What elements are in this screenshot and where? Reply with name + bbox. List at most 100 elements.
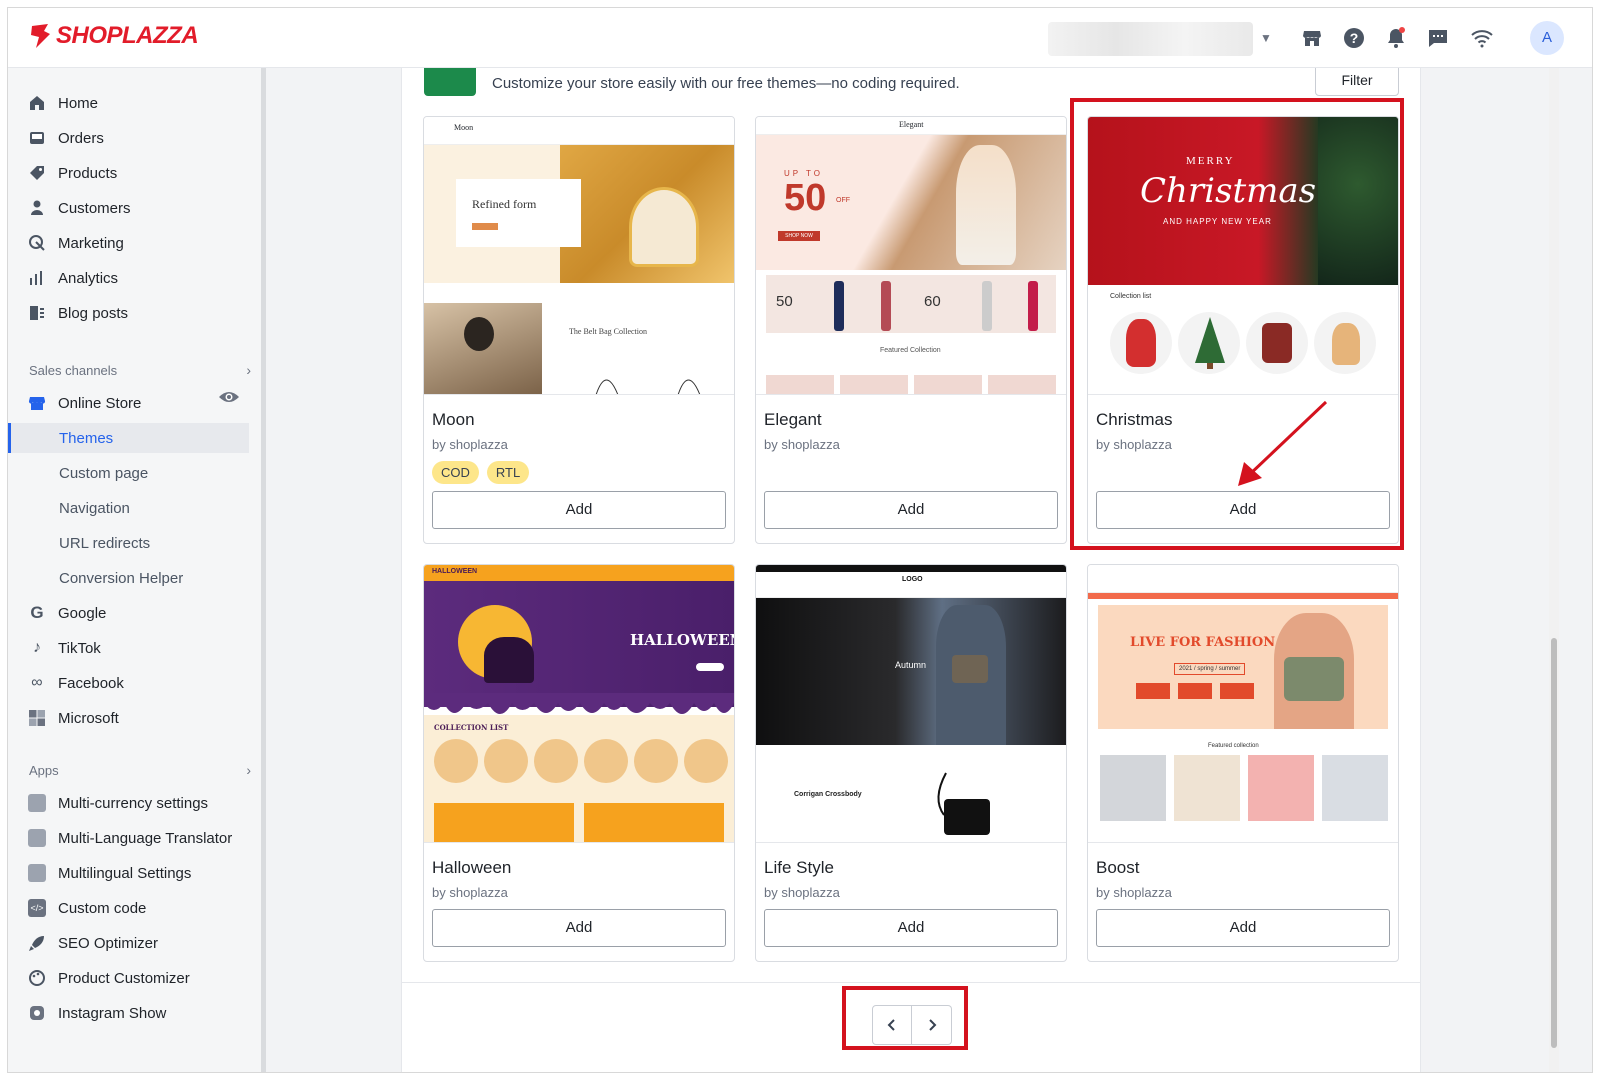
sidebar-item-analytics[interactable]: Analytics — [28, 263, 118, 293]
theme-author: by shoplazza — [764, 885, 840, 900]
top-bar: SHOPLAZZA ▼ ? A — [8, 8, 1592, 68]
eye-icon[interactable] — [218, 389, 240, 405]
theme-preview-life-style[interactable]: LOGO Autumn Corrigan Crossbody — [756, 565, 1066, 843]
sidebar-subitem-conversion-helper[interactable]: Conversion Helper — [59, 563, 183, 593]
shoplazza-logo[interactable]: SHOPLAZZA — [28, 22, 199, 50]
sidebar-item-marketing[interactable]: Marketing — [28, 228, 124, 258]
theme-name: Boost — [1096, 858, 1140, 877]
preview-featured: Featured collection — [1208, 743, 1259, 749]
theme-author: by shoplazza — [432, 885, 508, 900]
sidebar-item-blog-posts[interactable]: Blog posts — [28, 298, 128, 328]
preview-headline: LIVE FOR FASHION — [1130, 635, 1276, 650]
theme-card-life-style: LOGO Autumn Corrigan Crossbody Life Styl… — [755, 564, 1067, 962]
rocket-icon — [29, 936, 44, 951]
sidebar-app-instagram-show[interactable]: Instagram Show — [28, 998, 166, 1028]
highlight-pagination — [842, 986, 968, 1050]
wifi-icon[interactable] — [1470, 26, 1494, 50]
user-avatar[interactable]: A — [1530, 21, 1564, 55]
section-label: Apps — [29, 762, 59, 778]
home-icon — [30, 96, 44, 110]
sidebar-item-tiktok[interactable]: ♪ TikTok — [28, 633, 101, 663]
person-icon — [31, 200, 43, 215]
themes-intro-text: Customize your store easily with our fre… — [492, 75, 960, 92]
theme-name: Halloween — [432, 858, 512, 877]
theme-preview-moon[interactable]: Moon Refined form The Belt Bag Collectio… — [424, 117, 734, 395]
add-theme-button[interactable]: Add — [1096, 909, 1390, 947]
code-icon: </> — [28, 899, 46, 917]
sidebar-item-label: Online Store — [58, 394, 142, 412]
storefront-icon[interactable] — [1300, 26, 1324, 50]
sidebar-item-label: Multilingual Settings — [58, 864, 192, 882]
help-icon[interactable]: ? — [1342, 26, 1366, 50]
sales-channels-header[interactable]: Sales channels › — [29, 358, 251, 382]
preview-promo-60: 60 — [924, 293, 941, 310]
store-selector[interactable] — [1048, 22, 1253, 56]
preview-season: 2021 / spring / summer — [1174, 663, 1246, 675]
add-theme-button[interactable]: Add — [432, 909, 726, 947]
sidebar-app-multi-currency[interactable]: Multi-currency settings — [28, 788, 208, 818]
preview-sub-text: The Belt Bag Collection — [569, 327, 647, 336]
chevron-down-icon[interactable]: ▼ — [1256, 28, 1276, 48]
sidebar-item-label: Multi-currency settings — [58, 794, 209, 812]
sidebar-subitem-themes[interactable]: Themes — [8, 423, 249, 453]
sidebar-item-google[interactable]: G Google — [28, 598, 106, 628]
sidebar-item-label: Blog posts — [58, 304, 129, 322]
notification-bell-icon[interactable] — [1384, 26, 1408, 50]
sidebar-item-online-store[interactable]: Online Store — [28, 388, 141, 418]
sidebar-item-label: Microsoft — [58, 709, 119, 727]
preview-halloween-nav: HALLOWEEN — [432, 568, 478, 575]
themes-banner-icon — [424, 68, 476, 96]
theme-card-moon: Moon Refined form The Belt Bag Collectio… — [423, 116, 735, 544]
svg-text:?: ? — [1350, 30, 1359, 46]
sidebar-item-label: Home — [58, 94, 99, 112]
theme-card-boost: LIVE FOR FASHION 2021 / spring / summer … — [1087, 564, 1399, 962]
sidebar-app-custom-code[interactable]: </> Custom code — [28, 893, 146, 923]
sidebar-item-label: Orders — [58, 129, 104, 147]
tag-badge: COD — [432, 461, 479, 484]
orders-icon — [30, 132, 44, 144]
arrow-annotation-icon — [1238, 400, 1328, 486]
sidebar-app-multi-language[interactable]: Multi-Language Translator — [28, 823, 232, 853]
filter-button[interactable]: Filter — [1315, 68, 1399, 96]
bar-chart-icon — [30, 271, 42, 285]
sidebar-item-microsoft[interactable]: Microsoft — [28, 703, 119, 733]
theme-name: Life Style — [764, 858, 834, 877]
theme-preview-halloween[interactable]: HALLOWEEN HALLOWEEN COLLECTION LIST — [424, 565, 734, 843]
sidebar-item-label: Custom code — [58, 899, 147, 917]
sidebar-app-multilingual[interactable]: Multilingual Settings — [28, 858, 191, 888]
sidebar-item-facebook[interactable]: ∞ Facebook — [28, 668, 124, 698]
sidebar-item-customers[interactable]: Customers — [28, 193, 131, 223]
add-theme-button[interactable]: Add — [432, 491, 726, 529]
sidebar-app-product-customizer[interactable]: Product Customizer — [28, 963, 190, 993]
sidebar-item-label: Product Customizer — [58, 969, 190, 987]
apps-header[interactable]: Apps › — [29, 758, 251, 782]
translate-icon — [28, 829, 46, 847]
app-icon — [28, 794, 46, 812]
logo-mark-icon — [31, 24, 50, 48]
scrollbar-thumb[interactable] — [1551, 638, 1557, 1048]
sidebar-item-label: Facebook — [58, 674, 124, 692]
sidebar-subitem-url-redirects[interactable]: URL redirects — [59, 528, 150, 558]
sidebar-app-seo[interactable]: SEO Optimizer — [28, 928, 158, 958]
main-scrollbar[interactable] — [1549, 68, 1559, 1072]
sidebar-subitem-custom-page[interactable]: Custom page — [59, 458, 148, 488]
sidebar-item-label: Instagram Show — [58, 1004, 167, 1022]
sidebar-item-label: Analytics — [58, 269, 119, 287]
sidebar-item-label: Multi-Language Translator — [58, 829, 233, 847]
sidebar-item-orders[interactable]: Orders — [28, 123, 104, 153]
theme-author: by shoplazza — [764, 437, 840, 452]
theme-preview-elegant[interactable]: Elegant UP TO 50 OFF SHOP NOW 50 60 Feat… — [756, 117, 1066, 395]
app-window: SHOPLAZZA ▼ ? A Home Orders Products Cus… — [7, 7, 1593, 1073]
app-icon — [28, 864, 46, 882]
preview-shop-now: SHOP NOW — [778, 231, 820, 241]
sidebar-subitem-navigation[interactable]: Navigation — [59, 493, 130, 523]
preview-promo-50b: 50 — [776, 293, 793, 310]
theme-preview-boost[interactable]: LIVE FOR FASHION 2021 / spring / summer … — [1088, 565, 1398, 843]
preview-featured: Featured Collection — [880, 347, 941, 354]
sidebar-item-home[interactable]: Home — [28, 88, 98, 118]
sidebar-item-products[interactable]: Products — [28, 158, 117, 188]
chat-icon[interactable] — [1426, 26, 1450, 50]
tiktok-icon: ♪ — [33, 639, 41, 656]
add-theme-button[interactable]: Add — [764, 909, 1058, 947]
add-theme-button[interactable]: Add — [764, 491, 1058, 529]
